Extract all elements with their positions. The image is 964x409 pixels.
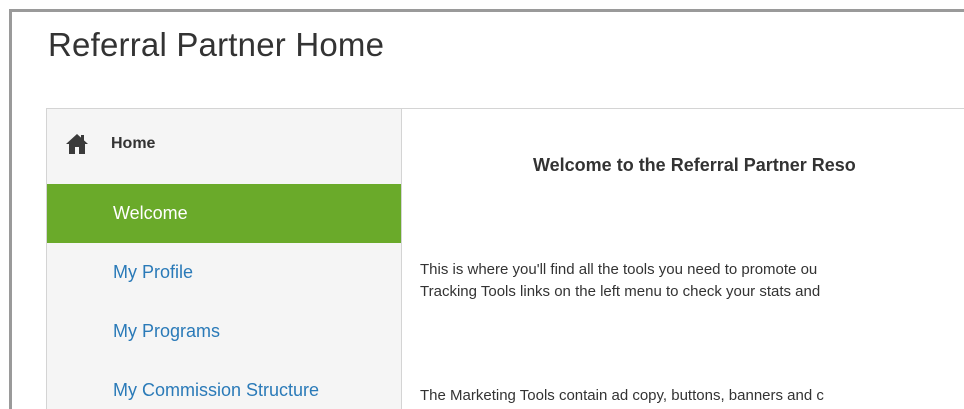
sidebar-item-my-profile[interactable]: My Profile	[47, 243, 401, 302]
sidebar: Home Welcome My Profile My Programs My C…	[47, 109, 402, 409]
sidebar-header-label: Home	[111, 135, 156, 152]
intro-paragraph-line-2: Tracking Tools links on the left menu to…	[420, 283, 821, 300]
sidebar-header-home[interactable]: Home	[47, 109, 401, 183]
page-title: Referral Partner Home	[48, 26, 385, 63]
window-border-left	[9, 9, 12, 409]
home-icon	[65, 133, 89, 155]
marketing-paragraph-line-1: The Marketing Tools contain ad copy, but…	[420, 387, 824, 404]
sidebar-item-my-commission-structure[interactable]: My Commission Structure	[47, 361, 401, 409]
sidebar-item-welcome[interactable]: Welcome	[47, 184, 401, 243]
welcome-heading: Welcome to the Referral Partner Reso	[533, 155, 856, 175]
main-panel: Home Welcome My Profile My Programs My C…	[46, 108, 964, 409]
window-border-top	[9, 9, 964, 12]
app-window: Referral Partner Home Home Welcome My Pr…	[0, 0, 964, 409]
sidebar-item-my-programs[interactable]: My Programs	[47, 302, 401, 361]
intro-paragraph-line-1: This is where you'll find all the tools …	[420, 261, 818, 278]
content-area: Welcome to the Referral Partner Reso Thi…	[402, 109, 964, 409]
